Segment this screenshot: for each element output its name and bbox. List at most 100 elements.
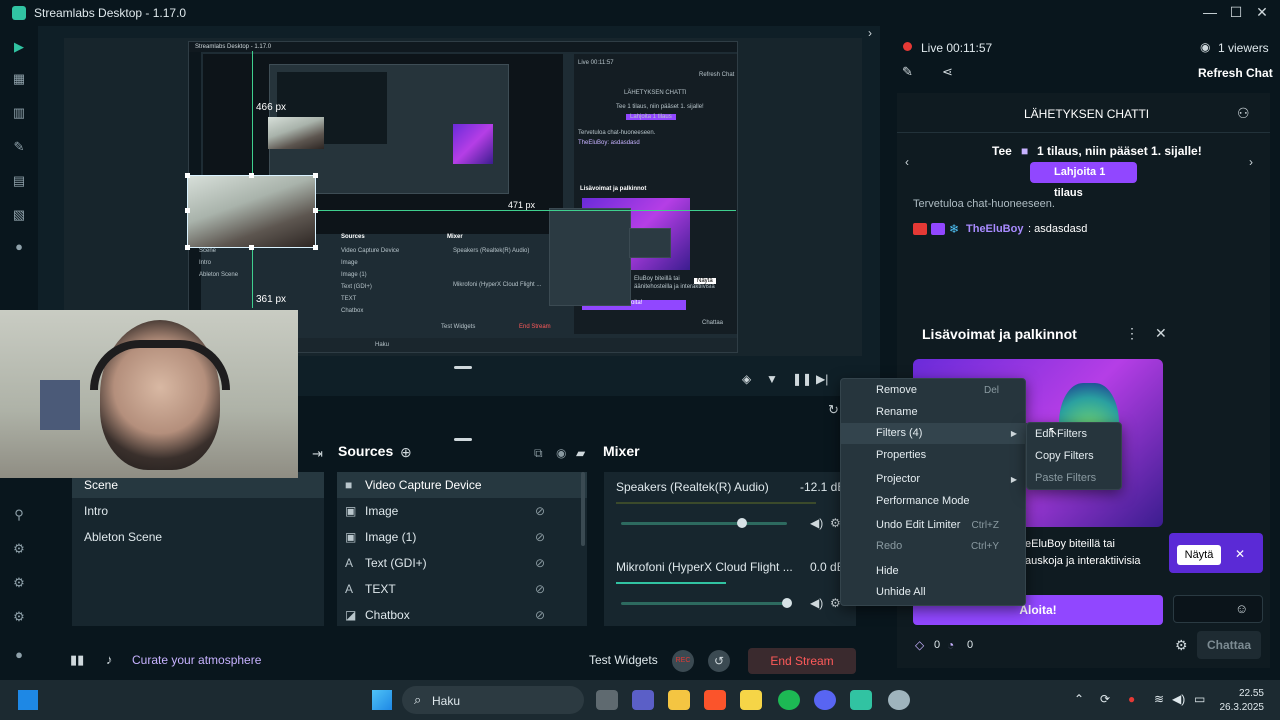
menu-item-properties[interactable]: Properties xyxy=(841,445,1027,466)
volume-slider-thumb[interactable] xyxy=(737,518,748,528)
battery-icon[interactable]: ▭ xyxy=(1194,692,1205,706)
source-item[interactable]: ■ Video Capture Device xyxy=(337,472,587,498)
sources-scrollbar[interactable] xyxy=(581,472,585,546)
volume-icon[interactable]: ◀) xyxy=(1172,692,1185,706)
clock-time[interactable]: 22.55 xyxy=(1222,688,1264,699)
studio-icon[interactable]: ▶ xyxy=(10,38,28,56)
file-explorer-icon[interactable] xyxy=(668,690,690,710)
menu-item-projector[interactable]: Projector ▶ xyxy=(841,469,1027,490)
chat-settings-icon[interactable]: ⚙ xyxy=(1175,637,1188,654)
hidden-eye-icon[interactable]: ⊘ xyxy=(535,524,545,550)
scene-item[interactable]: Intro xyxy=(72,498,324,524)
resize-handle-l[interactable] xyxy=(185,208,190,213)
resize-grip[interactable] xyxy=(454,366,472,369)
group-icon[interactable]: ⧉ xyxy=(534,446,543,461)
resize-handle-tl[interactable] xyxy=(185,173,190,178)
menu-item-remove[interactable]: Remove Del xyxy=(841,380,1027,401)
stats-icon[interactable]: ▮▮ xyxy=(70,652,84,668)
widgets-icon[interactable] xyxy=(18,690,38,710)
taskbar-search[interactable]: ⌕ Haku xyxy=(402,686,584,714)
gift-sub-button[interactable]: Lahjoita 1 tilaus xyxy=(1030,162,1137,199)
source-item[interactable]: ▣ Image ⊘ xyxy=(337,498,587,524)
send-chat-button[interactable]: Chattaa xyxy=(1197,631,1261,659)
spotify-icon[interactable] xyxy=(778,690,800,710)
volume-slider-track[interactable] xyxy=(621,518,787,528)
speaker-icon[interactable]: ◀) xyxy=(810,516,823,530)
submenu-item-paste-filters[interactable]: Paste Filters xyxy=(1027,467,1123,489)
hidden-eye-icon[interactable]: ⊘ xyxy=(535,550,545,576)
maximize-button[interactable]: ☐ xyxy=(1226,4,1246,22)
streamlabs-taskbar-icon[interactable] xyxy=(850,690,872,710)
skip-icon[interactable]: ▶| xyxy=(816,372,828,386)
tips-icon[interactable]: ⚙ xyxy=(10,574,28,592)
resize-handle-t[interactable] xyxy=(249,173,254,178)
close-card-icon[interactable]: ✕ xyxy=(1155,325,1167,342)
resize-handle-r[interactable] xyxy=(313,208,318,213)
volume-slider-thumb[interactable] xyxy=(782,598,792,608)
hidden-eye-icon[interactable]: ⊘ xyxy=(535,602,545,628)
resize-grip-2[interactable] xyxy=(454,438,472,441)
pause-icon[interactable]: ❚❚ xyxy=(792,372,812,386)
menu-item-redo[interactable]: Redo Ctrl+Y xyxy=(841,536,1027,557)
collapse-scenes-icon[interactable]: ⇥ xyxy=(312,446,323,462)
rec-button[interactable]: REC xyxy=(672,650,694,672)
shield-icon[interactable]: ◈ xyxy=(742,372,751,386)
emoji-icon[interactable]: ☺ xyxy=(1235,601,1248,616)
selected-webcam-source[interactable] xyxy=(187,175,316,248)
refresh-chat-button[interactable]: Refresh Chat xyxy=(1198,66,1273,80)
chat-username[interactable]: TheEluBoy xyxy=(966,223,1023,235)
replay-icon[interactable]: ↺ xyxy=(708,650,730,672)
folder-icon[interactable]: ▰ xyxy=(576,446,585,460)
wifi-icon[interactable]: ≋ xyxy=(1154,692,1164,706)
store-icon[interactable]: ▤ xyxy=(10,172,28,190)
app-icon[interactable] xyxy=(888,690,910,710)
dashboard-icon[interactable]: ▦ xyxy=(10,70,28,88)
sync-icon[interactable]: ⟳ xyxy=(1100,692,1110,706)
source-item[interactable]: ◪ Chatbox ⊘ xyxy=(337,602,587,628)
speaker-icon[interactable]: ◀) xyxy=(810,596,823,610)
share-icon[interactable]: ⋖ xyxy=(942,64,953,80)
submenu-item-edit-filters[interactable]: Edit Filters xyxy=(1027,423,1123,445)
add-source-icon[interactable]: ⊕ xyxy=(400,444,412,461)
clock-date[interactable]: 26.3.2025 xyxy=(1212,702,1265,713)
users-icon[interactable]: ⚇ xyxy=(1237,105,1250,122)
tray-chevron-icon[interactable]: ⌃ xyxy=(1074,692,1084,706)
collapse-chevron-icon[interactable]: › xyxy=(868,26,880,42)
curate-link[interactable]: Curate your atmosphere xyxy=(132,653,261,667)
profile-icon[interactable]: ● xyxy=(10,646,28,664)
edit-icon[interactable]: ✎ xyxy=(902,64,913,80)
resize-handle-bl[interactable] xyxy=(185,245,190,250)
cloud-icon[interactable]: ⚙ xyxy=(10,540,28,558)
hidden-eye-icon[interactable]: ⊘ xyxy=(535,576,545,602)
layout-icon[interactable]: ▥ xyxy=(10,104,28,122)
show-button[interactable]: Näytä xyxy=(1177,545,1221,565)
notes-icon[interactable] xyxy=(740,690,762,710)
filter-icon[interactable]: ▼ xyxy=(766,372,778,386)
minimize-button[interactable]: — xyxy=(1200,4,1220,22)
resize-handle-br[interactable] xyxy=(313,245,318,250)
menu-item-unhide-all[interactable]: Unhide All xyxy=(841,582,1027,603)
eye-toggle-icon[interactable]: ◉ xyxy=(556,446,566,460)
themes-icon[interactable]: ✎ xyxy=(10,138,28,156)
menu-item-hide[interactable]: Hide xyxy=(841,561,1027,582)
highlighter-icon[interactable]: ● xyxy=(10,238,28,256)
discord-icon[interactable] xyxy=(814,690,836,710)
menu-item-rename[interactable]: Rename xyxy=(841,402,1027,423)
windows-start-icon[interactable] xyxy=(372,690,392,710)
submenu-item-copy-filters[interactable]: Copy Filters xyxy=(1027,445,1123,467)
test-widgets-button[interactable]: Test Widgets xyxy=(589,653,658,667)
source-item[interactable]: A Text (GDI+) ⊘ xyxy=(337,550,587,576)
overlays-icon[interactable]: ▧ xyxy=(10,206,28,224)
menu-item-filters[interactable]: Filters (4) ▶ xyxy=(841,423,1027,444)
settings-icon[interactable]: ⚙ xyxy=(10,608,28,626)
integrations-icon[interactable]: ⚲ xyxy=(10,506,28,524)
close-button[interactable]: ✕ xyxy=(1252,4,1272,22)
source-item[interactable]: ▣ Image (1) ⊘ xyxy=(337,524,587,550)
chat-input[interactable] xyxy=(1173,595,1263,623)
volume-slider-track[interactable] xyxy=(621,598,792,608)
source-item[interactable]: A TEXT ⊘ xyxy=(337,576,587,602)
refresh-icon[interactable]: ↻ xyxy=(828,402,839,418)
resize-handle-b[interactable] xyxy=(249,245,254,250)
bell-icon[interactable]: ♪ xyxy=(106,652,113,667)
brave-icon[interactable] xyxy=(704,690,726,710)
